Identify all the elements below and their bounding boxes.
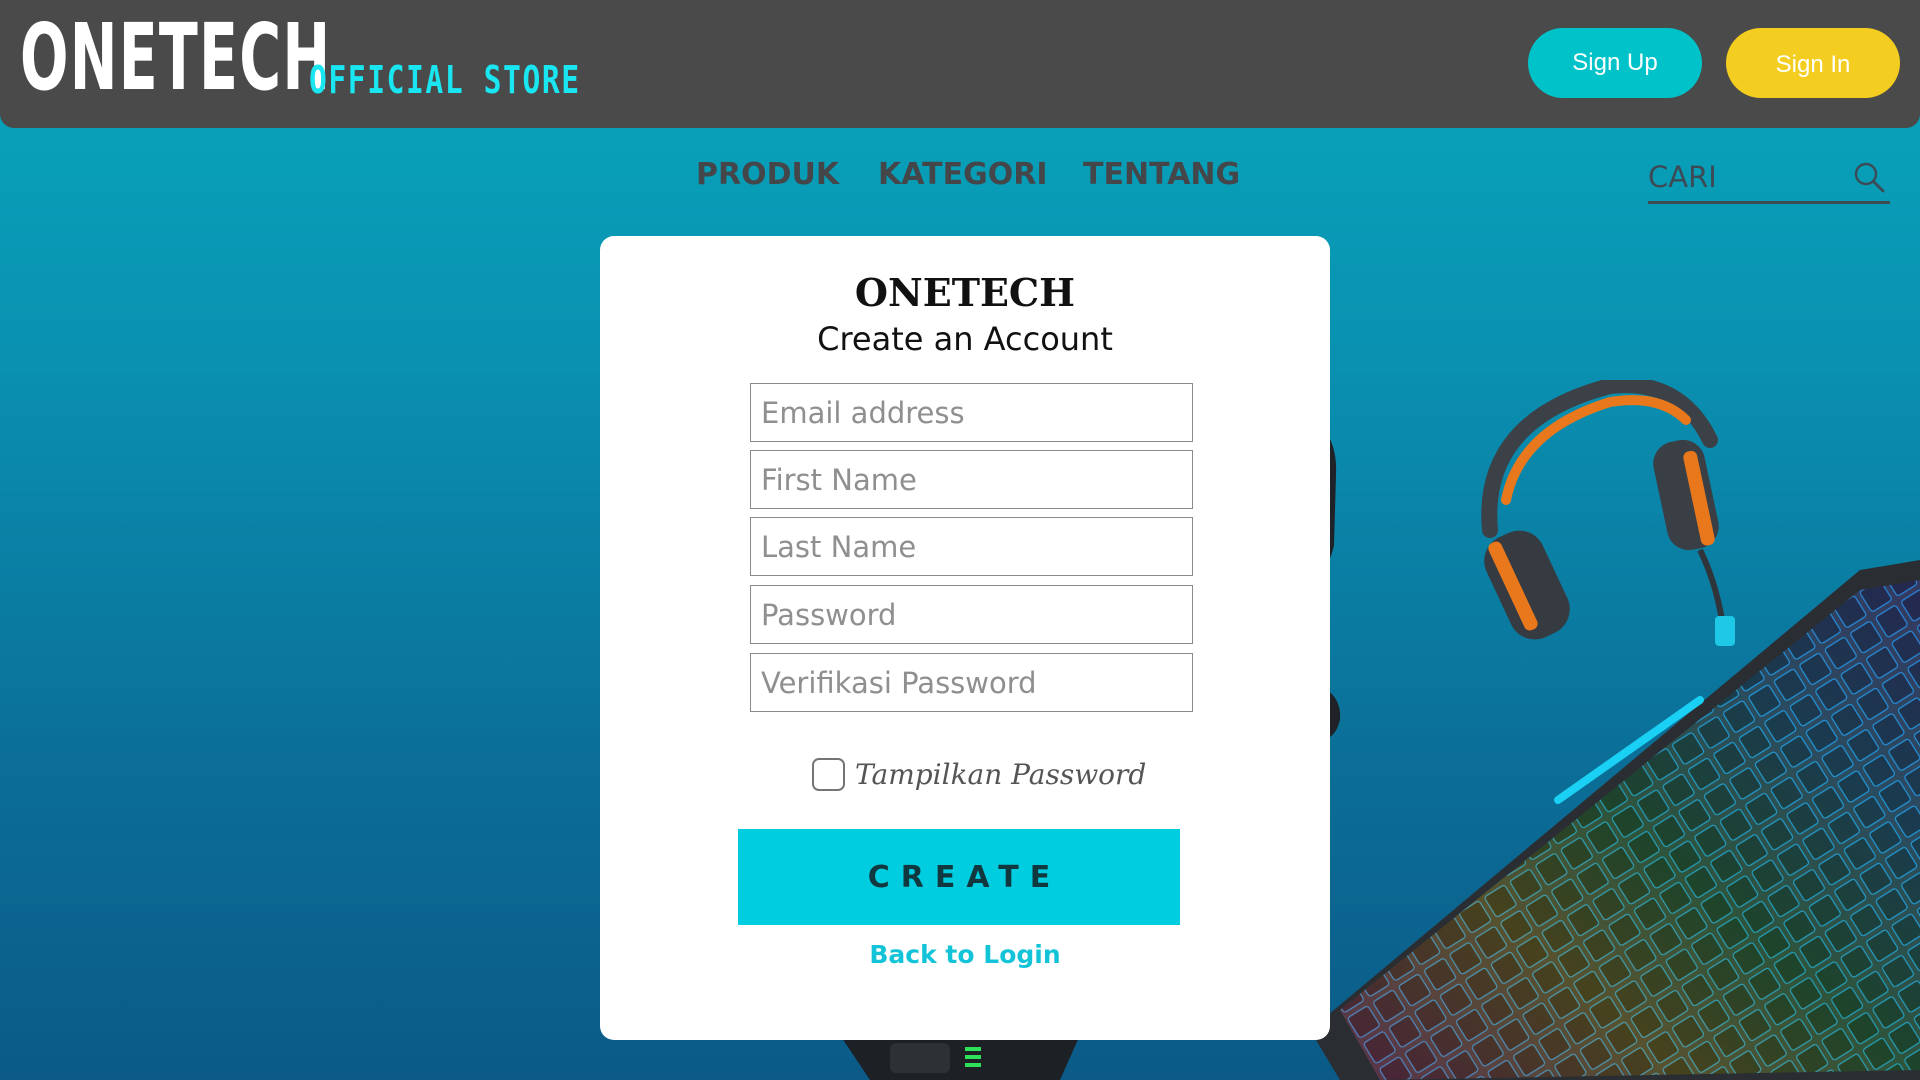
create-button[interactable]: CREATE [738,829,1180,925]
show-password-checkbox[interactable] [812,757,845,791]
card-brand: ONETECH [854,270,1076,315]
show-password-label: Tampilkan Password [855,757,1147,791]
top-bar: ONETECH OFFICIAL STORE Sign Up Sign In [0,0,1920,128]
card-title: Create an Account [817,320,1113,358]
back-to-login-link[interactable]: Back to Login [600,940,1330,969]
password-field[interactable] [750,585,1193,644]
search-icon[interactable] [1852,160,1886,194]
sign-in-button[interactable]: Sign In [1726,28,1900,98]
signup-card: ONETECH Create an Account Tampilkan Pass… [600,236,1330,1040]
mouse-bottom-illustration [840,1035,1080,1080]
logo-wordmark[interactable]: ONETECH [20,6,331,110]
first-name-field[interactable] [750,450,1193,509]
email-field[interactable] [750,383,1193,442]
nav-item-kategori[interactable]: KATEGORI [878,152,1047,198]
search-bar [1648,150,1890,204]
verify-password-field[interactable] [750,653,1193,712]
nav-item-tentang[interactable]: TENTANG [1083,152,1240,198]
keyboard-illustration [1310,560,1920,1080]
search-input[interactable] [1648,154,1848,200]
last-name-field[interactable] [750,517,1193,576]
show-password-toggle[interactable]: Tampilkan Password [812,757,1146,791]
sign-up-button[interactable]: Sign Up [1528,28,1702,98]
logo-tagline: OFFICIAL STORE [309,58,581,102]
nav-item-produk[interactable]: PRODUK [696,152,839,198]
